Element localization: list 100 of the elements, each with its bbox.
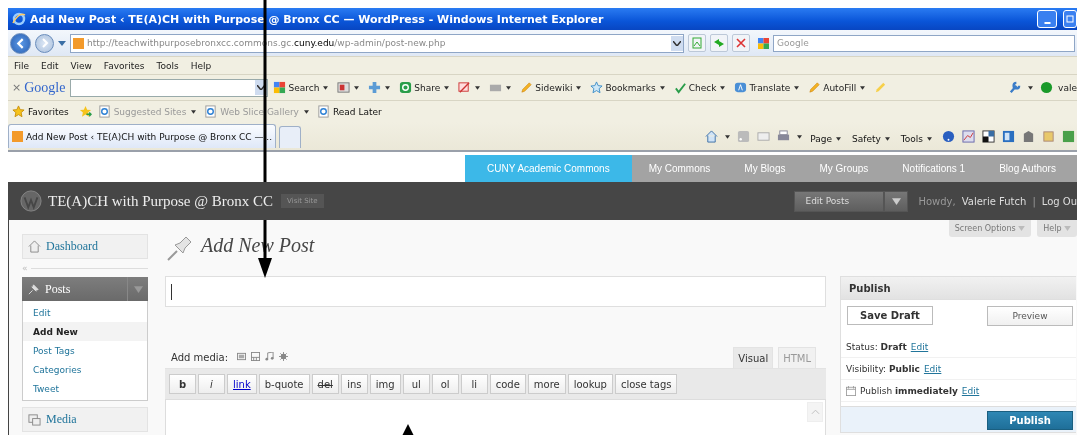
quicktag-button[interactable]: code	[489, 374, 526, 394]
publish-button[interactable]: Publish	[987, 411, 1073, 430]
submenu-item[interactable]: Tweet	[23, 379, 147, 398]
quicktag-button[interactable]: li	[460, 374, 488, 394]
caret-icon	[323, 85, 329, 90]
quicktag-button[interactable]: ul	[402, 374, 430, 394]
new-tab-button[interactable]	[279, 126, 302, 148]
favorites-item[interactable]: Read Later	[316, 105, 382, 118]
add-media-label: Add media:	[171, 352, 229, 363]
submenu-item[interactable]: Edit	[23, 303, 147, 322]
quicktag-button[interactable]: lookup	[567, 374, 613, 394]
caret-icon[interactable]	[58, 40, 66, 46]
chart-icon[interactable]	[962, 130, 975, 143]
quicktag-button[interactable]: b	[169, 374, 196, 394]
refresh-icon	[713, 37, 725, 49]
preview-button[interactable]: Preview	[987, 306, 1073, 326]
submenu-item[interactable]: Post Tags	[23, 341, 147, 360]
plus-icon	[368, 81, 382, 94]
caret-icon	[810, 409, 820, 415]
edit-link[interactable]: Edit	[910, 341, 929, 352]
caret-icon	[444, 85, 450, 90]
toolbar-button[interactable]: Bookmarks	[588, 81, 669, 94]
star-icon	[12, 105, 25, 118]
caret-icon[interactable]	[725, 135, 731, 139]
help-icon[interactable]	[942, 130, 955, 143]
sidebar-menu-item[interactable]: Media	[22, 407, 148, 432]
caret-icon	[927, 137, 932, 141]
video-icon[interactable]	[251, 352, 261, 361]
back-button[interactable]	[10, 32, 31, 54]
toolbar-search-field[interactable]	[70, 78, 269, 97]
restore-button[interactable]	[1063, 10, 1077, 28]
sidebar-menu-header[interactable]: Posts	[22, 277, 148, 301]
music-note-icon[interactable]	[265, 352, 275, 361]
quicktag-button[interactable]: link	[227, 374, 257, 394]
edit-link[interactable]: Edit	[923, 363, 942, 374]
wrench-icon[interactable]	[1008, 81, 1022, 94]
page-icon	[97, 105, 111, 118]
submenu-item[interactable]: Add New	[23, 322, 147, 341]
toolbar-button[interactable]: Check	[671, 81, 730, 94]
close-icon	[735, 37, 747, 49]
toolbar-button[interactable]: Sidewiki	[518, 81, 586, 94]
caret-icon[interactable]	[797, 135, 803, 139]
greeting-text: Howdy,	[918, 195, 956, 207]
home-icon[interactable]	[705, 130, 719, 143]
minimize-button[interactable]	[1037, 10, 1057, 28]
search-field[interactable]: Google	[773, 34, 1075, 52]
quicktag-button[interactable]: del	[311, 374, 339, 394]
pushpin-icon	[27, 282, 40, 296]
quicktag-button[interactable]: more	[527, 374, 566, 394]
dropdown-button[interactable]	[884, 190, 909, 212]
forward-button[interactable]	[35, 33, 54, 53]
quicktag-button[interactable]: ins	[340, 374, 368, 394]
menu-item[interactable]: Help	[190, 60, 212, 71]
caret-icon	[576, 85, 582, 90]
edit-posts-button[interactable]: Edit Posts	[794, 190, 885, 212]
print-icon[interactable]	[777, 130, 791, 143]
status-dot-icon	[1040, 81, 1054, 94]
quicktag-button[interactable]: ol	[431, 374, 459, 394]
screen-options-button[interactable]: Screen Options	[948, 220, 1032, 237]
menu-item[interactable]: Favorites	[103, 60, 145, 71]
toolbar-button[interactable]: AutoFill	[806, 81, 870, 94]
quicktag-button[interactable]: close tags	[614, 374, 678, 394]
toolbar-user-name[interactable]: vale	[1058, 82, 1077, 93]
quicktag-button[interactable]: img	[369, 374, 401, 394]
submenu-item[interactable]: Categories	[23, 360, 147, 379]
edit-link[interactable]: Edit	[961, 385, 980, 396]
save-draft-button[interactable]: Save Draft	[847, 306, 933, 325]
menu-item[interactable]: Tools	[156, 60, 179, 71]
caret-icon	[836, 137, 842, 141]
toolbar-button[interactable]: Translate	[732, 81, 804, 94]
command-menu[interactable]: Safety	[849, 134, 895, 144]
compatibility-view-button[interactable]	[688, 34, 706, 52]
menu-item[interactable]: File	[14, 60, 30, 71]
command-menu[interactable]: Page	[807, 134, 847, 144]
image-icon[interactable]	[237, 352, 247, 361]
menu-item[interactable]: Edit	[41, 60, 59, 71]
panel-icon[interactable]	[1002, 130, 1015, 143]
refresh-button[interactable]	[710, 34, 728, 52]
dropdown-button[interactable]	[671, 35, 683, 51]
favorites-item[interactable]: Favorites	[12, 105, 69, 118]
command-menu[interactable]: Tools	[897, 134, 937, 144]
star-burst-icon[interactable]	[279, 352, 289, 361]
add-favorite-icon[interactable]	[78, 105, 92, 118]
toolbar-button[interactable]: Search	[271, 81, 333, 94]
stop-button[interactable]	[732, 34, 750, 52]
toolbar-button[interactable]: Share	[397, 81, 454, 94]
editor-tab[interactable]: Visual	[733, 347, 774, 368]
quicktag-button[interactable]: b-quote	[258, 374, 310, 394]
log-out-link[interactable]: Log Ou	[1041, 195, 1077, 207]
quicktag-button[interactable]: i	[198, 374, 225, 394]
close-toolbar-button[interactable]: ×	[12, 81, 22, 94]
grid-icon[interactable]	[982, 130, 995, 143]
user-name-link[interactable]: Valerie Futch	[961, 195, 1027, 207]
menu-item[interactable]: View	[70, 60, 92, 71]
sidebar-menu-item[interactable]: Dashboard	[22, 234, 148, 259]
caret-icon	[385, 85, 391, 90]
post-title-field[interactable]	[165, 276, 826, 307]
caret-icon[interactable]	[1028, 85, 1034, 90]
restore-icon	[1065, 14, 1075, 24]
help-button[interactable]: Help	[1037, 220, 1077, 237]
